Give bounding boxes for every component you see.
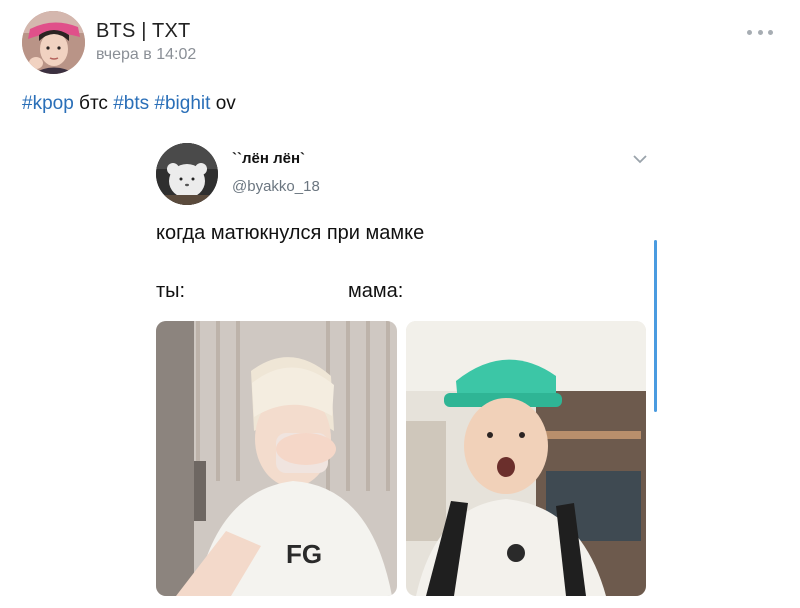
svg-text:FG: FG [286, 539, 322, 569]
photo-left[interactable]: FG [156, 321, 397, 596]
caption-right: мама: [348, 280, 404, 302]
post-text-fragment: ov [210, 93, 236, 114]
tweet-screenshot[interactable]: ``лён лён` @byakko_18 когда матюкнулся п… [156, 140, 650, 608]
dot [768, 29, 773, 35]
hashtag-kpop[interactable]: #kpop [22, 93, 74, 114]
post-timestamp[interactable]: вчера в 14:02 [96, 46, 196, 64]
dot [747, 29, 752, 35]
group-avatar[interactable] [22, 11, 85, 74]
post-text-fragment: бтс [73, 93, 114, 114]
caption-left: ты: [156, 280, 186, 302]
tweet-avatar-image [156, 143, 218, 205]
hashtag-bts[interactable]: #bts [113, 93, 149, 114]
photo-right-image [406, 321, 646, 596]
post-author[interactable]: BTS | TXT [96, 20, 190, 43]
scrollbar[interactable] [654, 240, 657, 412]
tweet-avatar [156, 143, 218, 205]
chevron-down-icon[interactable] [630, 152, 650, 166]
hashtag-bighit[interactable]: #bighit [154, 93, 210, 114]
more-options-icon[interactable] [745, 22, 775, 42]
tweet-author-name: ``лён лён` [232, 150, 306, 167]
tweet-text: когда матюкнулся при мамке [156, 222, 425, 244]
dot [757, 29, 763, 35]
tweet-author-handle: @byakko_18 [232, 178, 320, 195]
post-text: #kpop бтс #bts #bighit ov [22, 93, 236, 115]
post-header: BTS | TXT вчера в 14:02 [0, 0, 800, 90]
photo-left-image: FG [156, 321, 397, 596]
avatar-image [22, 11, 85, 74]
photo-right[interactable] [406, 321, 646, 596]
